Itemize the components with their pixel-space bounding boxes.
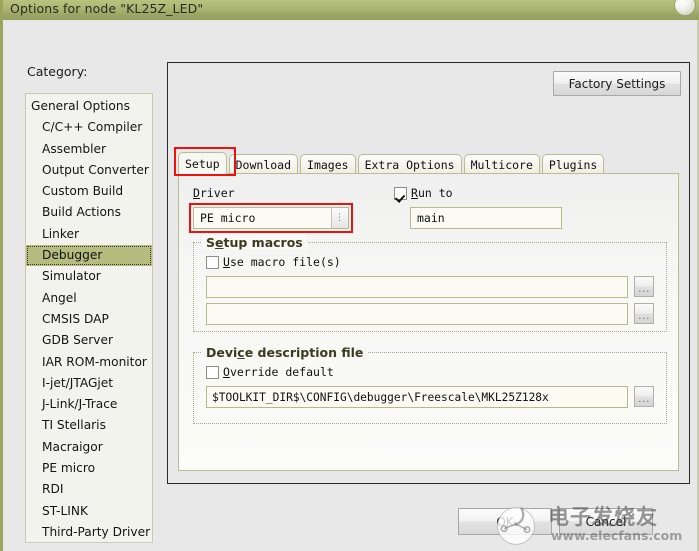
sidebar-item-label: TI Stellaris [42,418,106,433]
device-description-group: Device description file Override default… [193,345,667,424]
sidebar-item-label: CMSIS DAP [42,311,109,326]
title-bar: Options for node "KL25Z_LED" [3,0,699,20]
tab-extra-options[interactable]: Extra Options [357,154,462,174]
tab-label: Plugins [548,157,598,172]
ok-button[interactable]: OK [458,508,552,535]
sidebar-item-macraigor[interactable]: Macraigor [26,437,152,458]
sidebar-item-c-c-compiler[interactable]: C/C++ Compiler [26,117,152,138]
sidebar-item-label: C/C++ Compiler [42,120,143,135]
setup-macros-title: Setup macros [202,235,307,250]
category-listbox[interactable]: General Options C/C++ Compiler Assembler Ou… [25,93,153,543]
use-macro-files-label: Use macro file(s) [223,255,341,269]
tab-label: Images [307,157,349,172]
sidebar-item-label: Build Actions [42,205,121,220]
sidebar-item-label: Debugger [42,248,103,263]
tab-setup[interactable]: Setup [178,152,227,174]
sidebar-item-label: IAR ROM-monitor [42,354,147,369]
cancel-button[interactable]: Cancel [559,508,653,535]
device-description-path-input[interactable]: $TOOLKIT_DIR$\CONFIG\debugger\Freescale\… [206,386,628,408]
tab-plugins[interactable]: Plugins [541,154,605,174]
sidebar-item-label: PE micro [42,461,96,476]
sidebar-item-i-jet-jtagjet[interactable]: I-jet/JTAGjet [26,373,152,394]
sidebar-item-label: Macraigor [42,439,103,454]
override-default-checkbox-box[interactable] [206,365,219,379]
sidebar-item-label: GDB Server [42,333,114,348]
run-to-checkbox[interactable]: Run to [394,186,453,200]
close-icon[interactable] [674,0,696,16]
settings-panel: Factory Settings Setup Download Images Extr… [167,62,690,484]
sidebar-item-custom-build[interactable]: Custom Build [26,181,152,202]
override-default-checkbox[interactable]: Override default [206,365,334,379]
macro-file-1-browse-button[interactable]: ... [634,276,654,297]
tab-label: Multicore [470,157,533,172]
sidebar-item-cmsis-dap[interactable]: CMSIS DAP [26,309,152,330]
run-to-checkbox-box[interactable] [394,186,407,200]
use-macro-files-checkbox-box[interactable] [206,255,219,269]
sidebar-item-label: RDI [42,482,64,497]
sidebar-item-debugger[interactable]: Debugger [26,245,152,267]
sidebar-item-label: Output Converter [42,162,149,177]
sidebar-item-iar-rom-monitor[interactable]: IAR ROM-monitor [26,352,152,373]
device-description-title: Device description file [202,345,368,360]
sidebar-item-label: Simulator [42,269,101,284]
sidebar-item-ti-stellaris[interactable]: TI Stellaris [26,415,152,436]
device-description-browse-button[interactable]: ... [634,386,654,407]
setup-tab-page: Driver PE micro ⋮ Run to main Setup macr… [178,173,679,471]
sidebar-item-j-link-j-trace[interactable]: J-Link/J-Trace [26,394,152,415]
tab-images[interactable]: Images [300,154,356,174]
run-to-label: Run to [411,186,453,200]
sidebar-item-st-link[interactable]: ST-LINK [26,501,152,522]
sidebar-item-general-options[interactable]: General Options [26,96,152,117]
sidebar-item-label: General Options [31,99,130,113]
tab-label: Download [235,157,292,172]
sidebar-item-label: Angel [42,290,77,305]
run-to-input[interactable]: main [410,207,562,229]
sidebar-item-label: Third-Party Driver [42,524,151,539]
sidebar-item-output-converter[interactable]: Output Converter [26,160,152,181]
sidebar-item-label: Custom Build [42,184,124,199]
sidebar-item-build-actions[interactable]: Build Actions [26,202,152,223]
tab-label: Setup [185,156,220,171]
tab-multicore[interactable]: Multicore [463,154,540,174]
category-label: Category: [27,64,88,79]
chevron-down-icon[interactable]: ⋮ [331,208,348,228]
driver-label: Driver [193,186,235,200]
tab-label: Extra Options [364,157,455,172]
sidebar-item-angel[interactable]: Angel [26,288,152,309]
sidebar-item-label: J-Link/J-Trace [42,397,118,412]
options-dialog: Options for node "KL25Z_LED" Category: G… [0,0,699,551]
override-default-label: Override default [223,365,334,379]
macro-file-1-input[interactable] [206,276,628,298]
driver-select[interactable]: PE micro ⋮ [193,207,349,229]
sidebar-item-third-party-driver[interactable]: Third-Party Driver [26,522,152,542]
tab-bar: Setup Download Images Extra Options Multicor… [178,152,606,174]
sidebar-item-label: Assembler [42,141,107,156]
macro-file-2-input[interactable] [206,303,628,325]
driver-selected-value: PE micro [200,211,256,225]
sidebar-item-label: ST-LINK [42,503,88,518]
window-title: Options for node "KL25Z_LED" [10,1,204,16]
tab-download[interactable]: Download [228,154,299,174]
macro-file-2-browse-button[interactable]: ... [634,303,654,324]
setup-macros-group: Setup macros Use macro file(s) ... ... [193,235,667,332]
factory-settings-button[interactable]: Factory Settings [553,71,681,96]
use-macro-files-checkbox[interactable]: Use macro file(s) [206,255,341,269]
sidebar-item-label: Linker [42,226,80,241]
sidebar-item-assembler[interactable]: Assembler [26,139,152,160]
sidebar-item-simulator[interactable]: Simulator [26,266,152,287]
sidebar-item-label: I-jet/JTAGjet [42,375,114,390]
sidebar-item-linker[interactable]: Linker [26,224,152,245]
sidebar-item-rdi[interactable]: RDI [26,479,152,500]
sidebar-item-gdb-server[interactable]: GDB Server [26,330,152,351]
sidebar-item-pe-micro[interactable]: PE micro [26,458,152,479]
